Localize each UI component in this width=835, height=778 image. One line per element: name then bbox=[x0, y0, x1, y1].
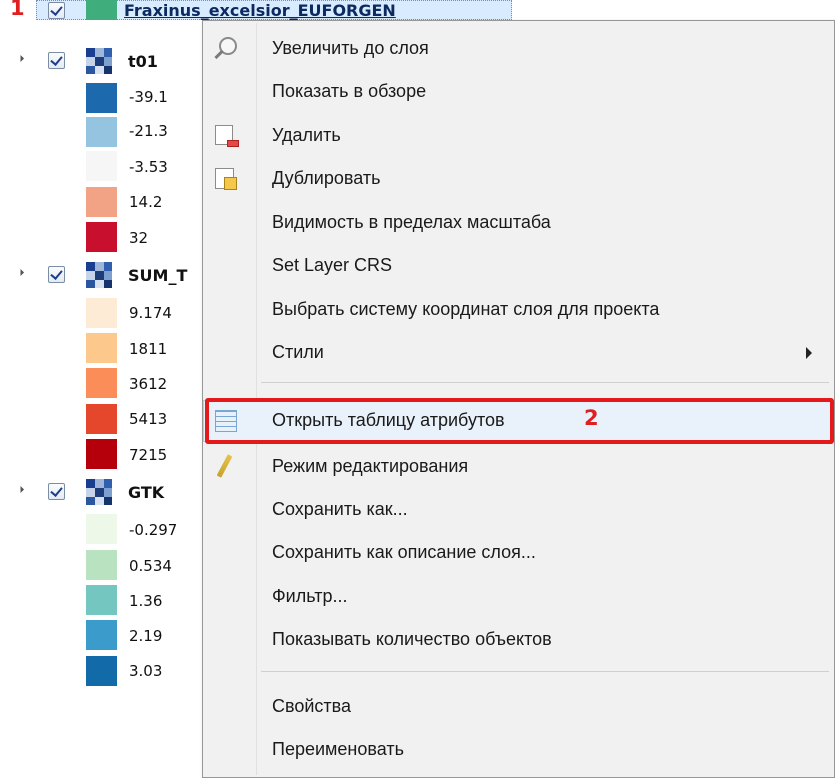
legend-label: 1.36 bbox=[129, 592, 163, 610]
menu-item-label: Удалить bbox=[272, 125, 341, 145]
legend-swatch bbox=[86, 620, 117, 650]
legend-swatch bbox=[86, 117, 117, 147]
legend-swatch bbox=[86, 222, 117, 252]
layer-name[interactable]: SUM_T bbox=[128, 266, 187, 285]
menu-item-styles[interactable]: Стили bbox=[203, 332, 834, 374]
annotation-badge-1: 1 bbox=[10, 0, 25, 20]
menu-item-label: Показать в обзоре bbox=[272, 81, 427, 101]
menu-item-label: Дублировать bbox=[272, 168, 381, 188]
submenu-arrow-icon bbox=[806, 347, 812, 359]
menu-item-save-as[interactable]: Сохранить как... bbox=[203, 489, 834, 531]
legend-swatch bbox=[86, 514, 117, 544]
menu-item-save-as-layer-definition[interactable]: Сохранить как описание слоя... bbox=[203, 532, 834, 574]
layer-visibility-checkbox[interactable] bbox=[48, 52, 65, 69]
raster-layer-icon bbox=[86, 479, 112, 505]
layer-name[interactable]: GTK bbox=[128, 483, 164, 502]
legend-swatch bbox=[86, 368, 117, 398]
menu-item-remove[interactable]: Удалить bbox=[203, 115, 834, 157]
legend-label: 3.03 bbox=[129, 662, 163, 680]
layer-symbol-swatch bbox=[86, 0, 117, 20]
raster-layer-icon bbox=[86, 48, 112, 74]
legend-swatch bbox=[86, 83, 117, 113]
legend-swatch bbox=[86, 656, 117, 686]
menu-item-label: Фильтр... bbox=[272, 586, 348, 606]
legend-label: -21.3 bbox=[129, 122, 168, 140]
menu-item-duplicate[interactable]: Дублировать bbox=[203, 158, 834, 200]
layer-visibility-checkbox[interactable] bbox=[48, 483, 65, 500]
layer-visibility-checkbox[interactable] bbox=[48, 2, 65, 19]
legend-label: 1811 bbox=[129, 340, 168, 358]
pencil-icon bbox=[213, 454, 239, 480]
menu-item-rename[interactable]: Переименовать bbox=[203, 729, 834, 771]
menu-item-filter[interactable]: Фильтр... bbox=[203, 576, 834, 618]
legend-swatch bbox=[86, 439, 117, 469]
remove-layer-icon bbox=[213, 123, 239, 149]
layer-name[interactable]: Fraxinus_excelsior_EUFORGEN bbox=[124, 1, 396, 20]
legend-label: 2.19 bbox=[129, 627, 163, 645]
menu-item-zoom-to-layer[interactable]: Увеличить до слоя bbox=[203, 28, 834, 70]
menu-separator bbox=[261, 382, 829, 383]
legend-swatch bbox=[86, 151, 117, 181]
menu-item-label: Свойства bbox=[272, 696, 352, 716]
menu-item-open-attribute-table[interactable]: Открыть таблицу атрибутов 2 bbox=[203, 398, 834, 444]
legend-label: 5413 bbox=[129, 410, 168, 428]
menu-separator bbox=[261, 671, 829, 672]
menu-item-set-layer-crs[interactable]: Set Layer CRS bbox=[203, 245, 834, 287]
menu-item-label: Увеличить до слоя bbox=[272, 38, 429, 58]
menu-item-label: Сохранить как описание слоя... bbox=[272, 542, 536, 562]
menu-item-label: Показывать количество объектов bbox=[272, 629, 552, 649]
menu-item-toggle-editing[interactable]: Режим редактирования bbox=[203, 446, 834, 488]
raster-layer-icon bbox=[86, 262, 112, 288]
duplicate-layer-icon bbox=[213, 166, 239, 192]
menu-item-label: Выбрать систему координат слоя для проек… bbox=[272, 299, 660, 319]
layer-name[interactable]: t01 bbox=[128, 52, 158, 71]
menu-item-scale-visibility[interactable]: Видимость в пределах масштаба bbox=[203, 202, 834, 244]
layer-visibility-checkbox[interactable] bbox=[48, 266, 65, 283]
menu-item-label: Set Layer CRS bbox=[272, 255, 393, 275]
menu-item-label: Сохранить как... bbox=[272, 499, 408, 519]
menu-item-properties[interactable]: Свойства bbox=[203, 686, 834, 728]
legend-label: 3612 bbox=[129, 375, 168, 393]
legend-label: -39.1 bbox=[129, 88, 168, 106]
legend-swatch bbox=[86, 333, 117, 363]
legend-label: 32 bbox=[129, 229, 149, 247]
legend-swatch bbox=[86, 585, 117, 615]
menu-item-label: Видимость в пределах масштаба bbox=[272, 212, 551, 232]
menu-item-show-feature-count[interactable]: Показывать количество объектов bbox=[203, 619, 834, 661]
menu-item-label: Режим редактирования bbox=[272, 456, 469, 476]
legend-swatch bbox=[86, 187, 117, 217]
legend-label: -3.53 bbox=[129, 158, 168, 176]
menu-item-label: Переименовать bbox=[272, 739, 404, 759]
zoom-icon bbox=[213, 36, 239, 62]
legend-label: 0.534 bbox=[129, 557, 172, 575]
menu-item-show-in-overview[interactable]: Показать в обзоре bbox=[203, 71, 834, 113]
legend-label: 14.2 bbox=[129, 193, 163, 211]
menu-item-label: Стили bbox=[272, 342, 324, 362]
legend-swatch bbox=[86, 404, 117, 434]
layer-context-menu: Увеличить до слоя Показать в обзоре Удал… bbox=[202, 20, 835, 778]
legend-swatch bbox=[86, 550, 117, 580]
legend-label: 9.174 bbox=[129, 304, 172, 322]
legend-label: 7215 bbox=[129, 446, 168, 464]
legend-swatch bbox=[86, 298, 117, 328]
collapse-arrow-icon[interactable] bbox=[16, 54, 25, 63]
annotation-red-frame bbox=[205, 398, 834, 444]
menu-item-set-project-crs[interactable]: Выбрать систему координат слоя для проек… bbox=[203, 289, 834, 331]
collapse-arrow-icon[interactable] bbox=[16, 485, 25, 494]
collapse-arrow-icon[interactable] bbox=[16, 268, 25, 277]
legend-label: -0.297 bbox=[129, 521, 178, 539]
